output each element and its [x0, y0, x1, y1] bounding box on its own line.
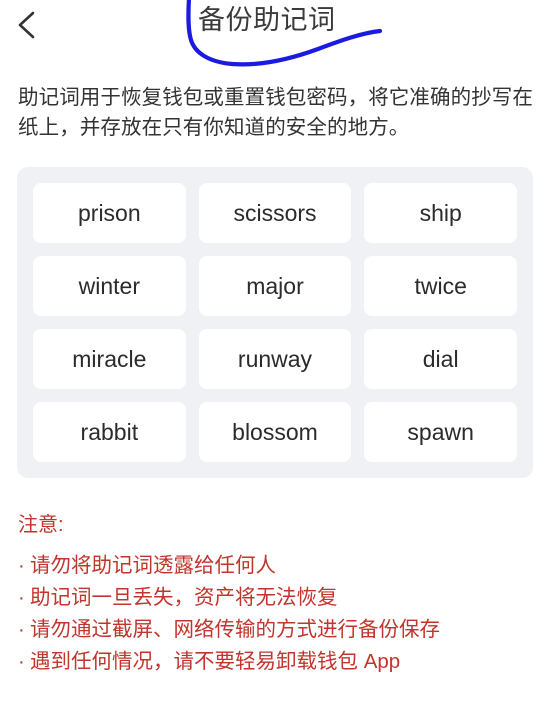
- mnemonic-word-chip[interactable]: ship: [364, 183, 517, 243]
- mnemonic-word-chip[interactable]: twice: [364, 256, 517, 316]
- mnemonic-word-label: winter: [78, 272, 140, 299]
- chevron-left-icon: [12, 9, 38, 41]
- mnemonic-word-chip[interactable]: spawn: [364, 402, 517, 462]
- mnemonic-word-grid: prison scissors ship winter major twice …: [33, 183, 517, 462]
- mnemonic-word-label: spawn: [407, 418, 474, 445]
- mnemonic-word-label: prison: [78, 199, 141, 226]
- mnemonic-word-chip[interactable]: scissors: [198, 183, 352, 243]
- mnemonic-word-chip[interactable]: blossom: [198, 402, 352, 462]
- mnemonic-word-label: dial: [422, 345, 459, 372]
- bullet-icon: ·: [18, 618, 25, 641]
- mnemonic-word-label: rabbit: [80, 418, 139, 445]
- mnemonic-word-label: scissors: [233, 199, 317, 226]
- notice-list-item: · 请勿将助记词透露给任何人: [18, 550, 550, 582]
- bullet-icon: ·: [18, 554, 25, 577]
- mnemonic-panel: prison scissors ship winter major twice …: [17, 167, 533, 478]
- mnemonic-word-label: ship: [419, 199, 462, 226]
- notice-item-text: 助记词一旦丢失，资产将无法恢复: [30, 586, 338, 609]
- mnemonic-word-label: major: [246, 272, 304, 299]
- mnemonic-word-label: twice: [414, 272, 467, 299]
- notice-section: 注意: · 请勿将助记词透露给任何人 · 助记词一旦丢失，资产将无法恢复 · 请勿通过…: [18, 512, 550, 678]
- mnemonic-word-label: miracle: [72, 345, 147, 372]
- mnemonic-word-label: blossom: [232, 418, 318, 445]
- mnemonic-word-chip[interactable]: miracle: [33, 329, 186, 389]
- page-title: 备份助记词: [198, 5, 336, 35]
- bullet-icon: ·: [18, 586, 25, 609]
- mnemonic-word-chip[interactable]: dial: [364, 329, 517, 389]
- notice-title: 注意:: [18, 514, 64, 536]
- mnemonic-word-chip[interactable]: major: [198, 256, 352, 316]
- mnemonic-word-chip[interactable]: runway: [198, 329, 352, 389]
- notice-item-text: 遇到任何情况，请不要轻易卸载钱包 App: [30, 650, 401, 673]
- notice-list-item: · 助记词一旦丢失，资产将无法恢复: [18, 582, 550, 614]
- mnemonic-word-chip[interactable]: rabbit: [33, 402, 186, 462]
- notice-item-text: 请勿通过截屏、网络传输的方式进行备份保存: [30, 618, 440, 641]
- notice-list: · 请勿将助记词透露给任何人 · 助记词一旦丢失，资产将无法恢复 · 请勿通过截屏、网…: [18, 550, 550, 678]
- notice-list-item: · 遇到任何情况，请不要轻易卸载钱包 App: [18, 646, 550, 678]
- mnemonic-word-chip[interactable]: winter: [33, 256, 186, 316]
- mnemonic-word-chip[interactable]: prison: [33, 183, 186, 243]
- description-text: 助记词用于恢复钱包或重置钱包密码，将它准确的抄写在纸上，并存放在只有你知道的安全…: [18, 86, 533, 139]
- mnemonic-word-label: runway: [237, 345, 313, 372]
- app-header: 备份助记词: [0, 0, 550, 50]
- bullet-icon: ·: [18, 650, 25, 673]
- notice-item-text: 请勿将助记词透露给任何人: [30, 554, 276, 577]
- notice-list-item: · 请勿通过截屏、网络传输的方式进行备份保存: [18, 614, 550, 646]
- back-button[interactable]: [4, 4, 46, 46]
